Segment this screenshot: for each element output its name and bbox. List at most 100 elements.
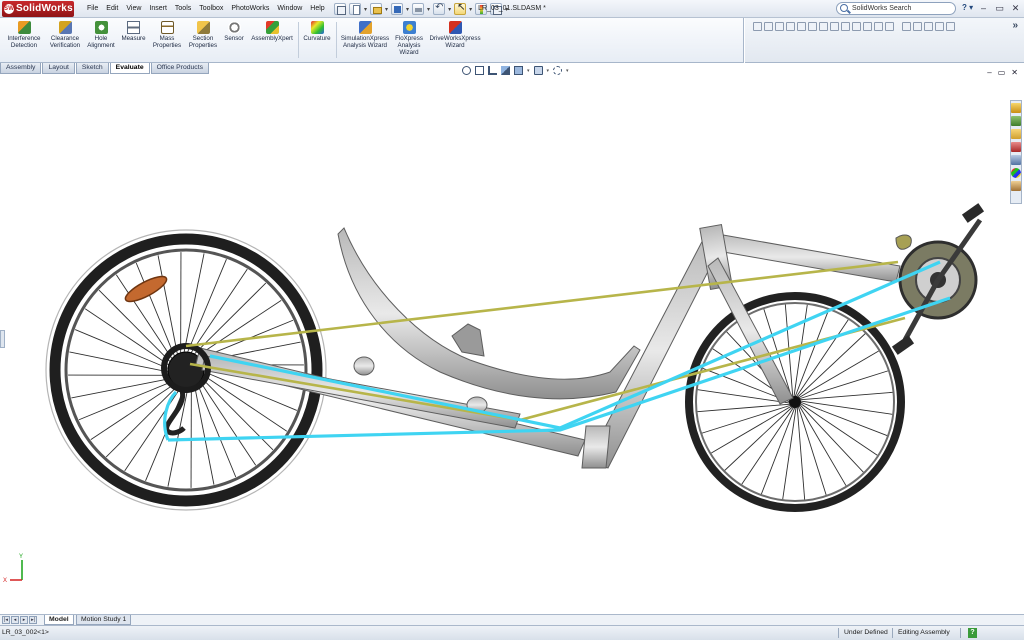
view-orientation-icon[interactable]	[514, 66, 523, 75]
close-button[interactable]: ✕	[1011, 2, 1020, 14]
file-explorer-icon[interactable]	[1011, 129, 1021, 139]
menu-window[interactable]: Window	[273, 0, 306, 18]
new-dropdown-icon[interactable]: ▾	[364, 6, 367, 13]
menu-photoworks[interactable]: PhotoWorks	[227, 0, 273, 18]
view-orientation-dropdown-icon[interactable]: ▾	[527, 68, 530, 74]
section-view-icon[interactable]	[501, 66, 510, 75]
quick-tips-help-icon[interactable]: ?	[968, 628, 977, 638]
normal-to-icon[interactable]	[852, 22, 861, 31]
view-bottom-icon[interactable]	[808, 22, 817, 31]
status-divider	[838, 628, 839, 638]
menu-insert[interactable]: Insert	[145, 0, 171, 18]
feature-manager-expand-handle[interactable]	[0, 330, 5, 348]
curvature-button[interactable]: Curvature	[300, 19, 334, 61]
interference-detection-button[interactable]: Interference Detection	[3, 19, 45, 61]
rotate-icon[interactable]	[935, 22, 944, 31]
mass-properties-button[interactable]: Mass Properties	[150, 19, 184, 61]
scroll-prev-icon[interactable]: ◂	[11, 616, 19, 624]
undo-icon[interactable]	[433, 2, 446, 15]
view-right-icon[interactable]	[786, 22, 795, 31]
zoom-to-area-icon[interactable]	[475, 66, 484, 75]
tab-evaluate[interactable]: Evaluate	[109, 63, 150, 74]
search-input[interactable]: SolidWorks Search	[836, 2, 956, 15]
view-dimetric-icon[interactable]	[841, 22, 850, 31]
search-results-icon[interactable]	[1011, 142, 1021, 152]
hole-alignment-button[interactable]: Hole Alignment	[85, 19, 117, 61]
solidworks-logo[interactable]: SW SolidWorks	[2, 1, 74, 17]
front-chainring[interactable]	[891, 203, 985, 355]
two-view-icon[interactable]	[874, 22, 883, 31]
display-style-icon[interactable]	[533, 66, 543, 75]
new-document-icon[interactable]	[349, 3, 361, 15]
pan-icon[interactable]	[946, 22, 955, 31]
display-style-dropdown-icon[interactable]: ▾	[547, 68, 550, 74]
clearance-verification-button[interactable]: Clearance Verification	[46, 19, 84, 61]
view-left-icon[interactable]	[775, 22, 784, 31]
view-back-icon[interactable]	[764, 22, 773, 31]
zoom-fit-icon[interactable]	[913, 22, 922, 31]
single-view-icon[interactable]	[863, 22, 872, 31]
print-dropdown-icon[interactable]: ▾	[427, 6, 430, 13]
menu-tools[interactable]: Tools	[171, 0, 195, 18]
sensor-button[interactable]: Sensor	[221, 19, 247, 61]
tab-motion-study-1[interactable]: Motion Study 1	[76, 615, 132, 625]
undo-dropdown-icon[interactable]: ▾	[448, 6, 451, 13]
tab-assembly[interactable]: Assembly	[0, 63, 42, 74]
select-dropdown-icon[interactable]: ▾	[469, 6, 472, 13]
menu-file[interactable]: File	[83, 0, 102, 18]
hide-show-items-icon[interactable]	[553, 66, 563, 75]
toolbar-expand-chevron-icon[interactable]: »	[1012, 20, 1018, 31]
measure-button[interactable]: Measure	[118, 19, 149, 61]
previous-view-icon[interactable]	[488, 66, 497, 75]
menu-view[interactable]: View	[122, 0, 145, 18]
zoom-to-fit-icon[interactable]	[462, 66, 471, 75]
tab-layout[interactable]: Layout	[42, 63, 75, 74]
tab-sketch[interactable]: Sketch	[75, 63, 109, 74]
solidworks-resources-icon[interactable]	[1011, 103, 1021, 113]
driveworksxpress-button[interactable]: DriveWorksXpress Wizard	[427, 19, 483, 61]
view-isometric-icon[interactable]	[819, 22, 828, 31]
graphics-area[interactable]: Y X	[0, 76, 1024, 612]
menu-toolbox[interactable]: Toolbox	[195, 0, 227, 18]
open-dropdown-icon[interactable]: ▾	[385, 6, 388, 13]
menu-edit[interactable]: Edit	[102, 0, 122, 18]
floxpress-button[interactable]: FloXpress Analysis Wizard	[393, 19, 425, 61]
assemblyxpert-button[interactable]: AssemblyXpert	[248, 19, 296, 61]
four-view-icon[interactable]	[885, 22, 894, 31]
options-dropdown-icon[interactable]: ▾	[505, 6, 508, 13]
spoke	[191, 282, 267, 358]
link-views-icon[interactable]	[902, 22, 911, 31]
scroll-next-icon[interactable]: ▸	[20, 616, 28, 624]
view-icons-row	[753, 22, 955, 31]
pin-menu-icon[interactable]	[334, 3, 346, 15]
simulationxpress-button[interactable]: SimulationXpress Analysis Wizard	[338, 19, 392, 61]
select-icon[interactable]	[454, 2, 467, 15]
menu-help[interactable]: Help	[306, 0, 328, 18]
section-properties-button[interactable]: Section Properties	[186, 19, 220, 61]
save-dropdown-icon[interactable]: ▾	[406, 6, 409, 13]
view-top-icon[interactable]	[797, 22, 806, 31]
scroll-last-icon[interactable]: ▸|	[29, 616, 37, 624]
search-icon[interactable]	[840, 4, 848, 12]
custom-properties-icon[interactable]	[1011, 181, 1021, 191]
view-trimetric-icon[interactable]	[830, 22, 839, 31]
scroll-first-icon[interactable]: |◂	[2, 616, 10, 624]
appearances-icon[interactable]	[1011, 168, 1021, 178]
save-icon[interactable]	[391, 3, 404, 15]
zoom-area-icon[interactable]	[924, 22, 933, 31]
minimize-button[interactable]: –	[979, 2, 988, 14]
open-icon[interactable]	[370, 3, 383, 15]
spoke	[74, 329, 173, 371]
help-button[interactable]: ? ▾	[962, 3, 973, 12]
tab-model[interactable]: Model	[44, 615, 74, 625]
options-icon[interactable]	[490, 3, 503, 15]
tab-office-products[interactable]: Office Products	[150, 63, 209, 74]
design-library-icon[interactable]	[1011, 116, 1021, 126]
view-front-icon[interactable]	[753, 22, 762, 31]
hide-show-dropdown-icon[interactable]: ▾	[566, 68, 569, 74]
rebuild-icon[interactable]	[475, 3, 488, 15]
view-palette-icon[interactable]	[1011, 155, 1021, 165]
restore-button[interactable]: ▭	[995, 2, 1004, 14]
print-icon[interactable]	[412, 3, 425, 15]
bike-model[interactable]: Y X	[0, 76, 1024, 612]
